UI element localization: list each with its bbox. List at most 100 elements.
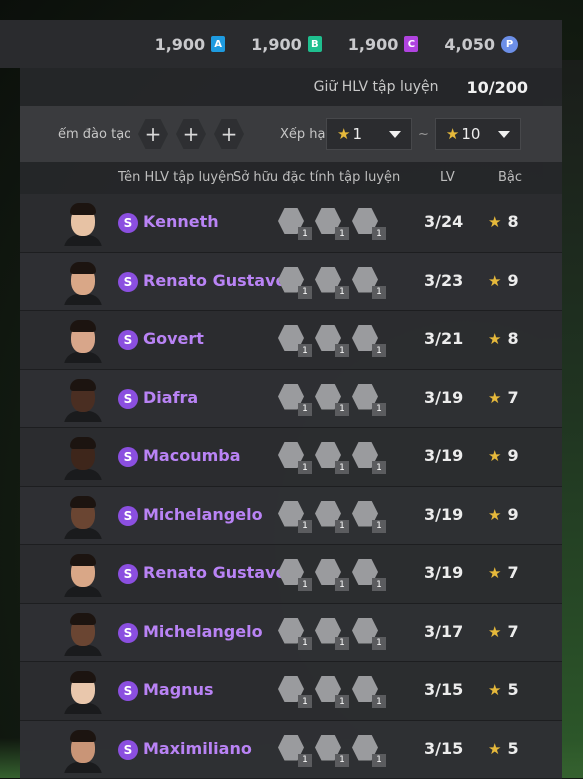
coach-row[interactable]: SMacoumba1113/19★9 <box>20 428 562 487</box>
special-grade-badge: S <box>118 740 138 760</box>
special-grade-badge: S <box>118 389 138 409</box>
tier-to-dropdown[interactable]: ★10 <box>435 118 521 150</box>
currency-item: 4,050P <box>444 35 518 54</box>
coach-grade: ★9 <box>488 446 519 465</box>
coach-level: 3/24 <box>424 212 463 231</box>
training-trait-icon[interactable]: 1 <box>352 618 382 648</box>
special-grade-badge: S <box>118 506 138 526</box>
add-training-slot-button-2[interactable]: + <box>176 119 206 149</box>
trait-level: 1 <box>372 286 386 299</box>
training-trait-icon[interactable]: 1 <box>352 501 382 531</box>
star-icon: ★ <box>488 447 501 465</box>
column-header-lv[interactable]: LV <box>440 170 455 185</box>
coach-level: 3/19 <box>424 563 463 582</box>
training-trait-icon[interactable]: 1 <box>315 208 345 238</box>
training-trait-icon[interactable]: 1 <box>315 676 345 706</box>
training-trait-icon[interactable]: 1 <box>315 618 345 648</box>
tier-filter-label: Xếp hạ <box>280 127 326 142</box>
training-trait-icon[interactable]: 1 <box>278 384 308 414</box>
training-trait-icon[interactable]: 1 <box>352 442 382 472</box>
coach-traits: 111 <box>278 559 382 589</box>
trait-level: 1 <box>335 695 349 708</box>
coach-row[interactable]: SMichelangelo1113/17★7 <box>20 604 562 663</box>
coach-grade: ★8 <box>488 212 519 231</box>
trait-level: 1 <box>298 403 312 416</box>
column-header-grade[interactable]: Bậc <box>498 170 522 185</box>
coach-traits: 111 <box>278 618 382 648</box>
coach-name: Kenneth <box>143 212 219 231</box>
coach-avatar <box>64 553 102 597</box>
training-trait-icon[interactable]: 1 <box>315 442 345 472</box>
star-icon: ★ <box>488 740 501 758</box>
coach-row[interactable]: SKenneth1113/24★8 <box>20 194 562 253</box>
trait-level: 1 <box>335 403 349 416</box>
training-trait-icon[interactable]: 1 <box>352 384 382 414</box>
coach-traits: 111 <box>278 501 382 531</box>
filter-bar: ểm đào tạo + + + Xếp hạ ★1 ~ ★10 <box>20 106 562 162</box>
trait-level: 1 <box>298 754 312 767</box>
special-grade-badge: S <box>118 447 138 467</box>
training-trait-icon[interactable]: 1 <box>352 559 382 589</box>
star-icon: ★ <box>446 125 459 143</box>
coach-row[interactable]: SMichelangelo1113/19★9 <box>20 487 562 546</box>
coach-row[interactable]: SRenato Gustavo1113/23★9 <box>20 253 562 312</box>
star-icon: ★ <box>488 272 501 290</box>
training-trait-icon[interactable]: 1 <box>278 676 308 706</box>
training-trait-icon[interactable]: 1 <box>278 618 308 648</box>
grade-value: 5 <box>507 739 518 758</box>
training-trait-icon[interactable]: 1 <box>278 559 308 589</box>
training-trait-icon[interactable]: 1 <box>278 442 308 472</box>
trait-level: 1 <box>298 344 312 357</box>
training-trait-icon[interactable]: 1 <box>352 267 382 297</box>
training-trait-icon[interactable]: 1 <box>278 735 308 765</box>
coach-row[interactable]: SDiafra1113/19★7 <box>20 370 562 429</box>
training-trait-icon[interactable]: 1 <box>352 735 382 765</box>
coach-row[interactable]: SMaximiliano1113/15★5 <box>20 721 562 779</box>
training-trait-icon[interactable]: 1 <box>278 325 308 355</box>
training-trait-icon[interactable]: 1 <box>278 501 308 531</box>
tier-from-dropdown[interactable]: ★1 <box>326 118 412 150</box>
currency-bar: 1,900A1,900B1,900C4,050P <box>0 20 562 68</box>
coach-avatar <box>64 319 102 363</box>
coach-count-value: 10/200 <box>466 78 528 97</box>
training-trait-icon[interactable]: 1 <box>352 208 382 238</box>
currency-value: 1,900 <box>348 35 399 54</box>
column-header-name[interactable]: Tên HLV tập luyện <box>118 170 234 185</box>
training-trait-icon[interactable]: 1 <box>315 735 345 765</box>
column-header-traits[interactable]: Sở hữu đặc tính tập luyện <box>233 170 400 185</box>
training-trait-icon[interactable]: 1 <box>315 501 345 531</box>
coach-avatar <box>64 436 102 480</box>
coach-row[interactable]: SGovert1113/21★8 <box>20 311 562 370</box>
coach-name: Magnus <box>143 680 213 699</box>
trait-level: 1 <box>372 637 386 650</box>
training-trait-icon[interactable]: 1 <box>315 559 345 589</box>
training-trait-icon[interactable]: 1 <box>278 267 308 297</box>
special-grade-badge: S <box>118 623 138 643</box>
training-trait-icon[interactable]: 1 <box>352 325 382 355</box>
training-trait-icon[interactable]: 1 <box>315 384 345 414</box>
trait-level: 1 <box>335 754 349 767</box>
coach-grade: ★7 <box>488 388 519 407</box>
training-trait-icon[interactable]: 1 <box>315 325 345 355</box>
coach-list-panel: Giữ HLV tập luyện 10/200 ểm đào tạo + + … <box>20 68 562 778</box>
training-trait-icon[interactable]: 1 <box>278 208 308 238</box>
add-training-slot-button-1[interactable]: + <box>138 119 168 149</box>
training-trait-icon[interactable]: 1 <box>315 267 345 297</box>
tier-to-value: 10 <box>461 125 480 143</box>
special-grade-badge: S <box>118 213 138 233</box>
training-trait-icon[interactable]: 1 <box>352 676 382 706</box>
a-currency-icon: A <box>211 36 225 52</box>
coach-level: 3/19 <box>424 446 463 465</box>
trait-level: 1 <box>372 461 386 474</box>
coach-row[interactable]: SRenato Gustavo1113/19★7 <box>20 545 562 604</box>
grade-value: 8 <box>507 329 518 348</box>
grade-value: 9 <box>507 505 518 524</box>
coach-avatar <box>64 729 102 773</box>
coach-row[interactable]: SMagnus1113/15★5 <box>20 662 562 721</box>
star-icon: ★ <box>488 506 501 524</box>
coach-grade: ★8 <box>488 329 519 348</box>
special-grade-badge: S <box>118 272 138 292</box>
star-icon: ★ <box>488 564 501 582</box>
add-training-slot-button-3[interactable]: + <box>214 119 244 149</box>
trait-level: 1 <box>298 227 312 240</box>
